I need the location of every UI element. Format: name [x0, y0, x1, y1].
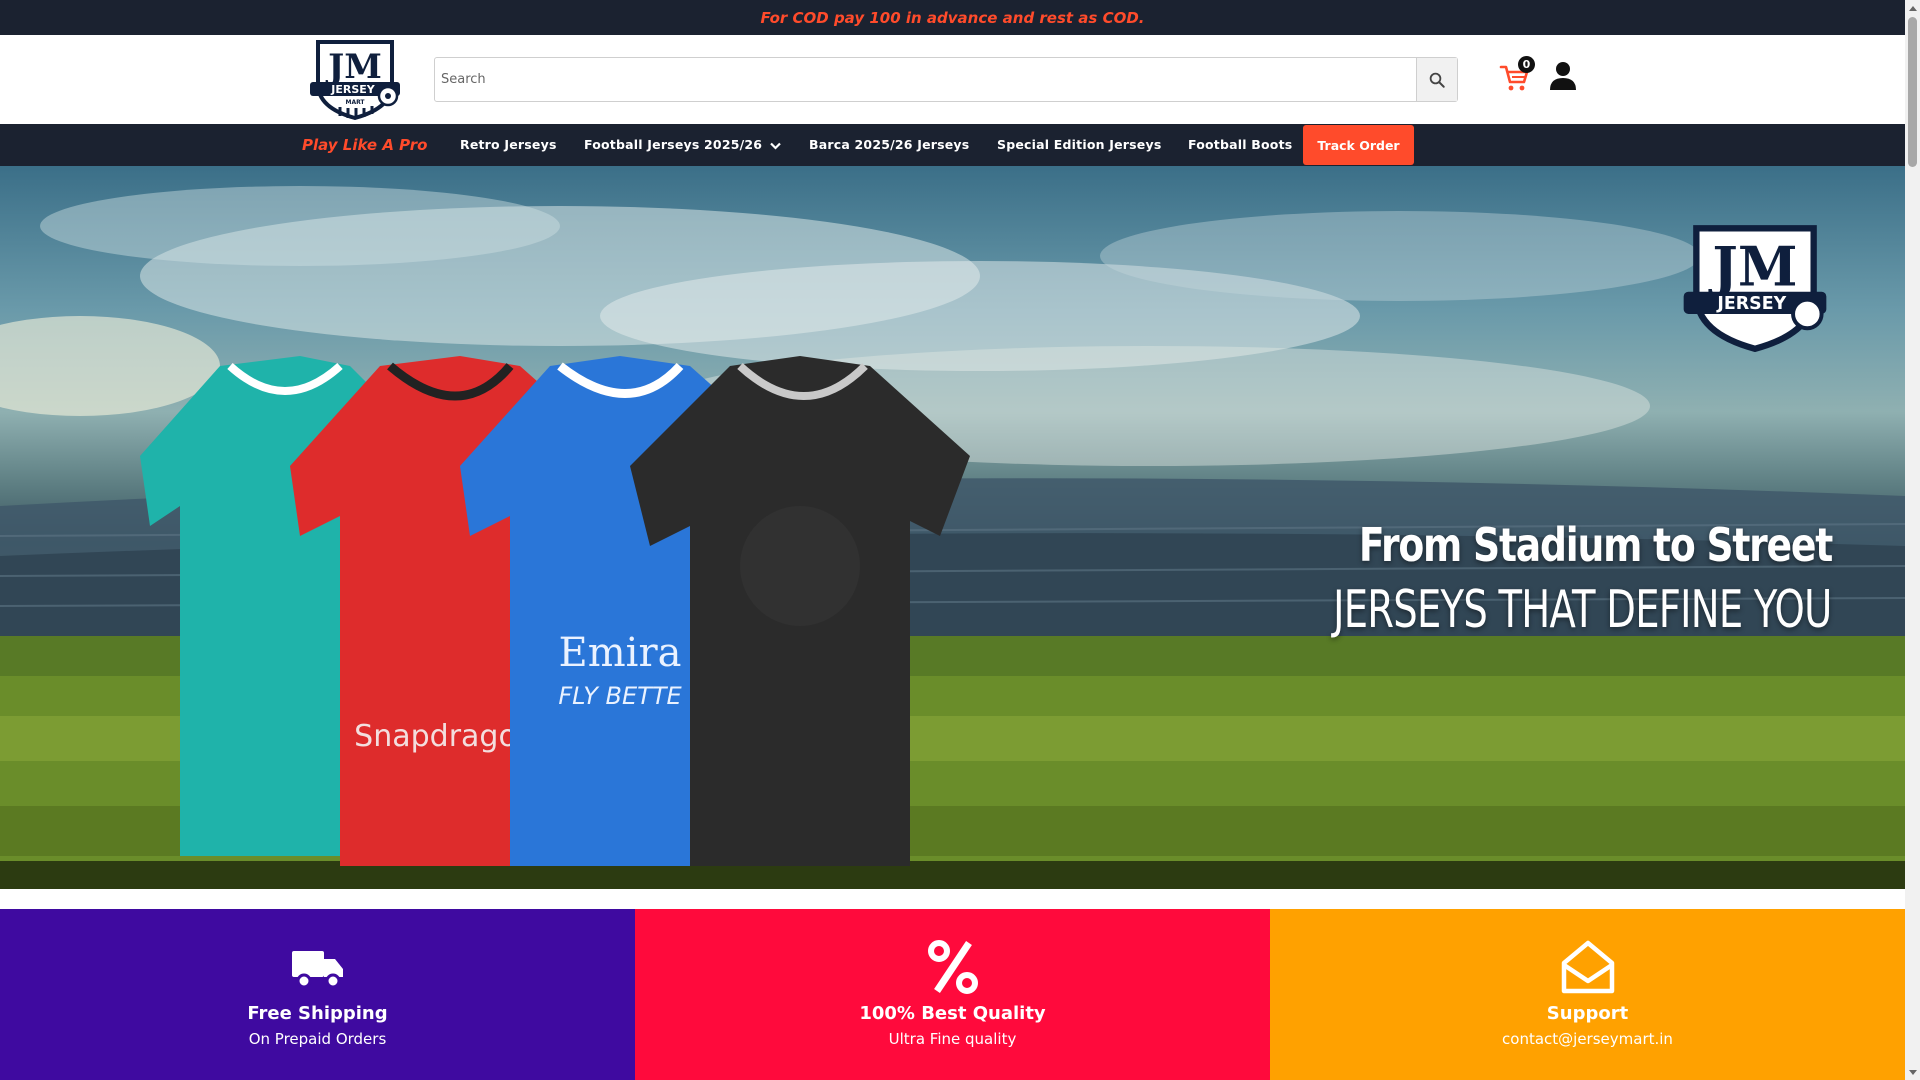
- support-email-link[interactable]: contact@jerseymart.in: [1502, 1030, 1673, 1048]
- chevron-down-icon: [770, 142, 781, 150]
- feature-title: Support: [1546, 1003, 1629, 1024]
- feature-support: Support contact@jerseymart.in: [1270, 909, 1905, 1080]
- feature-free-shipping: Free Shipping On Prepaid Orders: [0, 909, 635, 1080]
- svg-text:JM: JM: [325, 47, 382, 87]
- announcement-text: For COD pay 100 in advance and rest as C…: [760, 8, 1145, 27]
- page-scrollbar[interactable]: [1905, 0, 1920, 1080]
- features-strip: Free Shipping On Prepaid Orders 100% Bes…: [0, 909, 1905, 1080]
- hero-jersey-mart-logo: JM JERSEY: [1683, 225, 1827, 352]
- jersey-mart-logo[interactable]: JM JERSEY MART: [308, 38, 402, 120]
- feature-title: Free Shipping: [247, 1003, 388, 1024]
- scroll-up-arrow[interactable]: [1905, 0, 1920, 15]
- scrollbar-thumb[interactable]: [1908, 17, 1917, 167]
- feature-subtitle: Ultra Fine quality: [888, 1030, 1017, 1048]
- track-order-button[interactable]: Track Order: [1303, 125, 1414, 165]
- hero-subheadline: JERSEYS THAT DEFINE YOU: [1333, 580, 1833, 640]
- nav-item-retro-jerseys[interactable]: Retro Jerseys: [460, 124, 557, 166]
- nav-tagline: Play Like A Pro: [302, 136, 428, 154]
- jerseys-image: Snapdragon Emira FLY BETTE: [140, 356, 970, 866]
- truck-icon: [291, 951, 343, 989]
- feature-best-quality: 100% Best Quality Ultra Fine quality: [635, 909, 1270, 1080]
- hero-banner[interactable]: Snapdragon Emira FLY BETTE JM JERSEY Fro…: [0, 166, 1905, 889]
- feature-title: 100% Best Quality: [859, 1003, 1046, 1024]
- cart-button[interactable]: 0: [1499, 56, 1535, 91]
- svg-text:JM: JM: [1708, 234, 1797, 298]
- search-input[interactable]: [435, 58, 1416, 101]
- shirt-print-snapdragon: Snapdragon: [354, 719, 536, 754]
- page: For COD pay 100 in advance and rest as C…: [0, 0, 1905, 1080]
- search-icon: [1429, 72, 1445, 88]
- nav-item-special-edition[interactable]: Special Edition Jerseys: [997, 124, 1161, 166]
- site-header: JM JERSEY MART Search 0: [0, 35, 1905, 124]
- envelope-open-icon: [1561, 940, 1614, 994]
- svg-text:MART: MART: [345, 99, 365, 106]
- announcement-bar: For COD pay 100 in advance and rest as C…: [0, 0, 1905, 35]
- cart-count-badge: 0: [1518, 56, 1535, 73]
- percent-icon: [927, 940, 978, 994]
- nav-item-football-jerseys[interactable]: Football Jerseys 2025/26: [584, 124, 781, 166]
- feature-subtitle: On Prepaid Orders: [248, 1030, 387, 1048]
- shirt-print-emira: Emira: [559, 630, 682, 676]
- nav-item-barca-jerseys[interactable]: Barca 2025/26 Jerseys: [809, 124, 969, 166]
- search-bar: [434, 57, 1458, 102]
- hero-headline: From Stadium to Street: [1358, 518, 1833, 572]
- account-icon[interactable]: [1548, 61, 1578, 91]
- main-nav: Play Like A Pro Retro Jerseys Football J…: [0, 124, 1905, 166]
- svg-text:JERSEY: JERSEY: [330, 83, 376, 96]
- nav-item-football-boots[interactable]: Football Boots: [1188, 124, 1292, 166]
- search-button[interactable]: [1416, 58, 1457, 101]
- nav-item-label: Football Jerseys 2025/26: [584, 137, 763, 152]
- scroll-down-arrow[interactable]: [1905, 1065, 1920, 1080]
- svg-text:JERSEY: JERSEY: [1716, 294, 1786, 314]
- shirt-print-fly-better: FLY BETTE: [558, 682, 682, 710]
